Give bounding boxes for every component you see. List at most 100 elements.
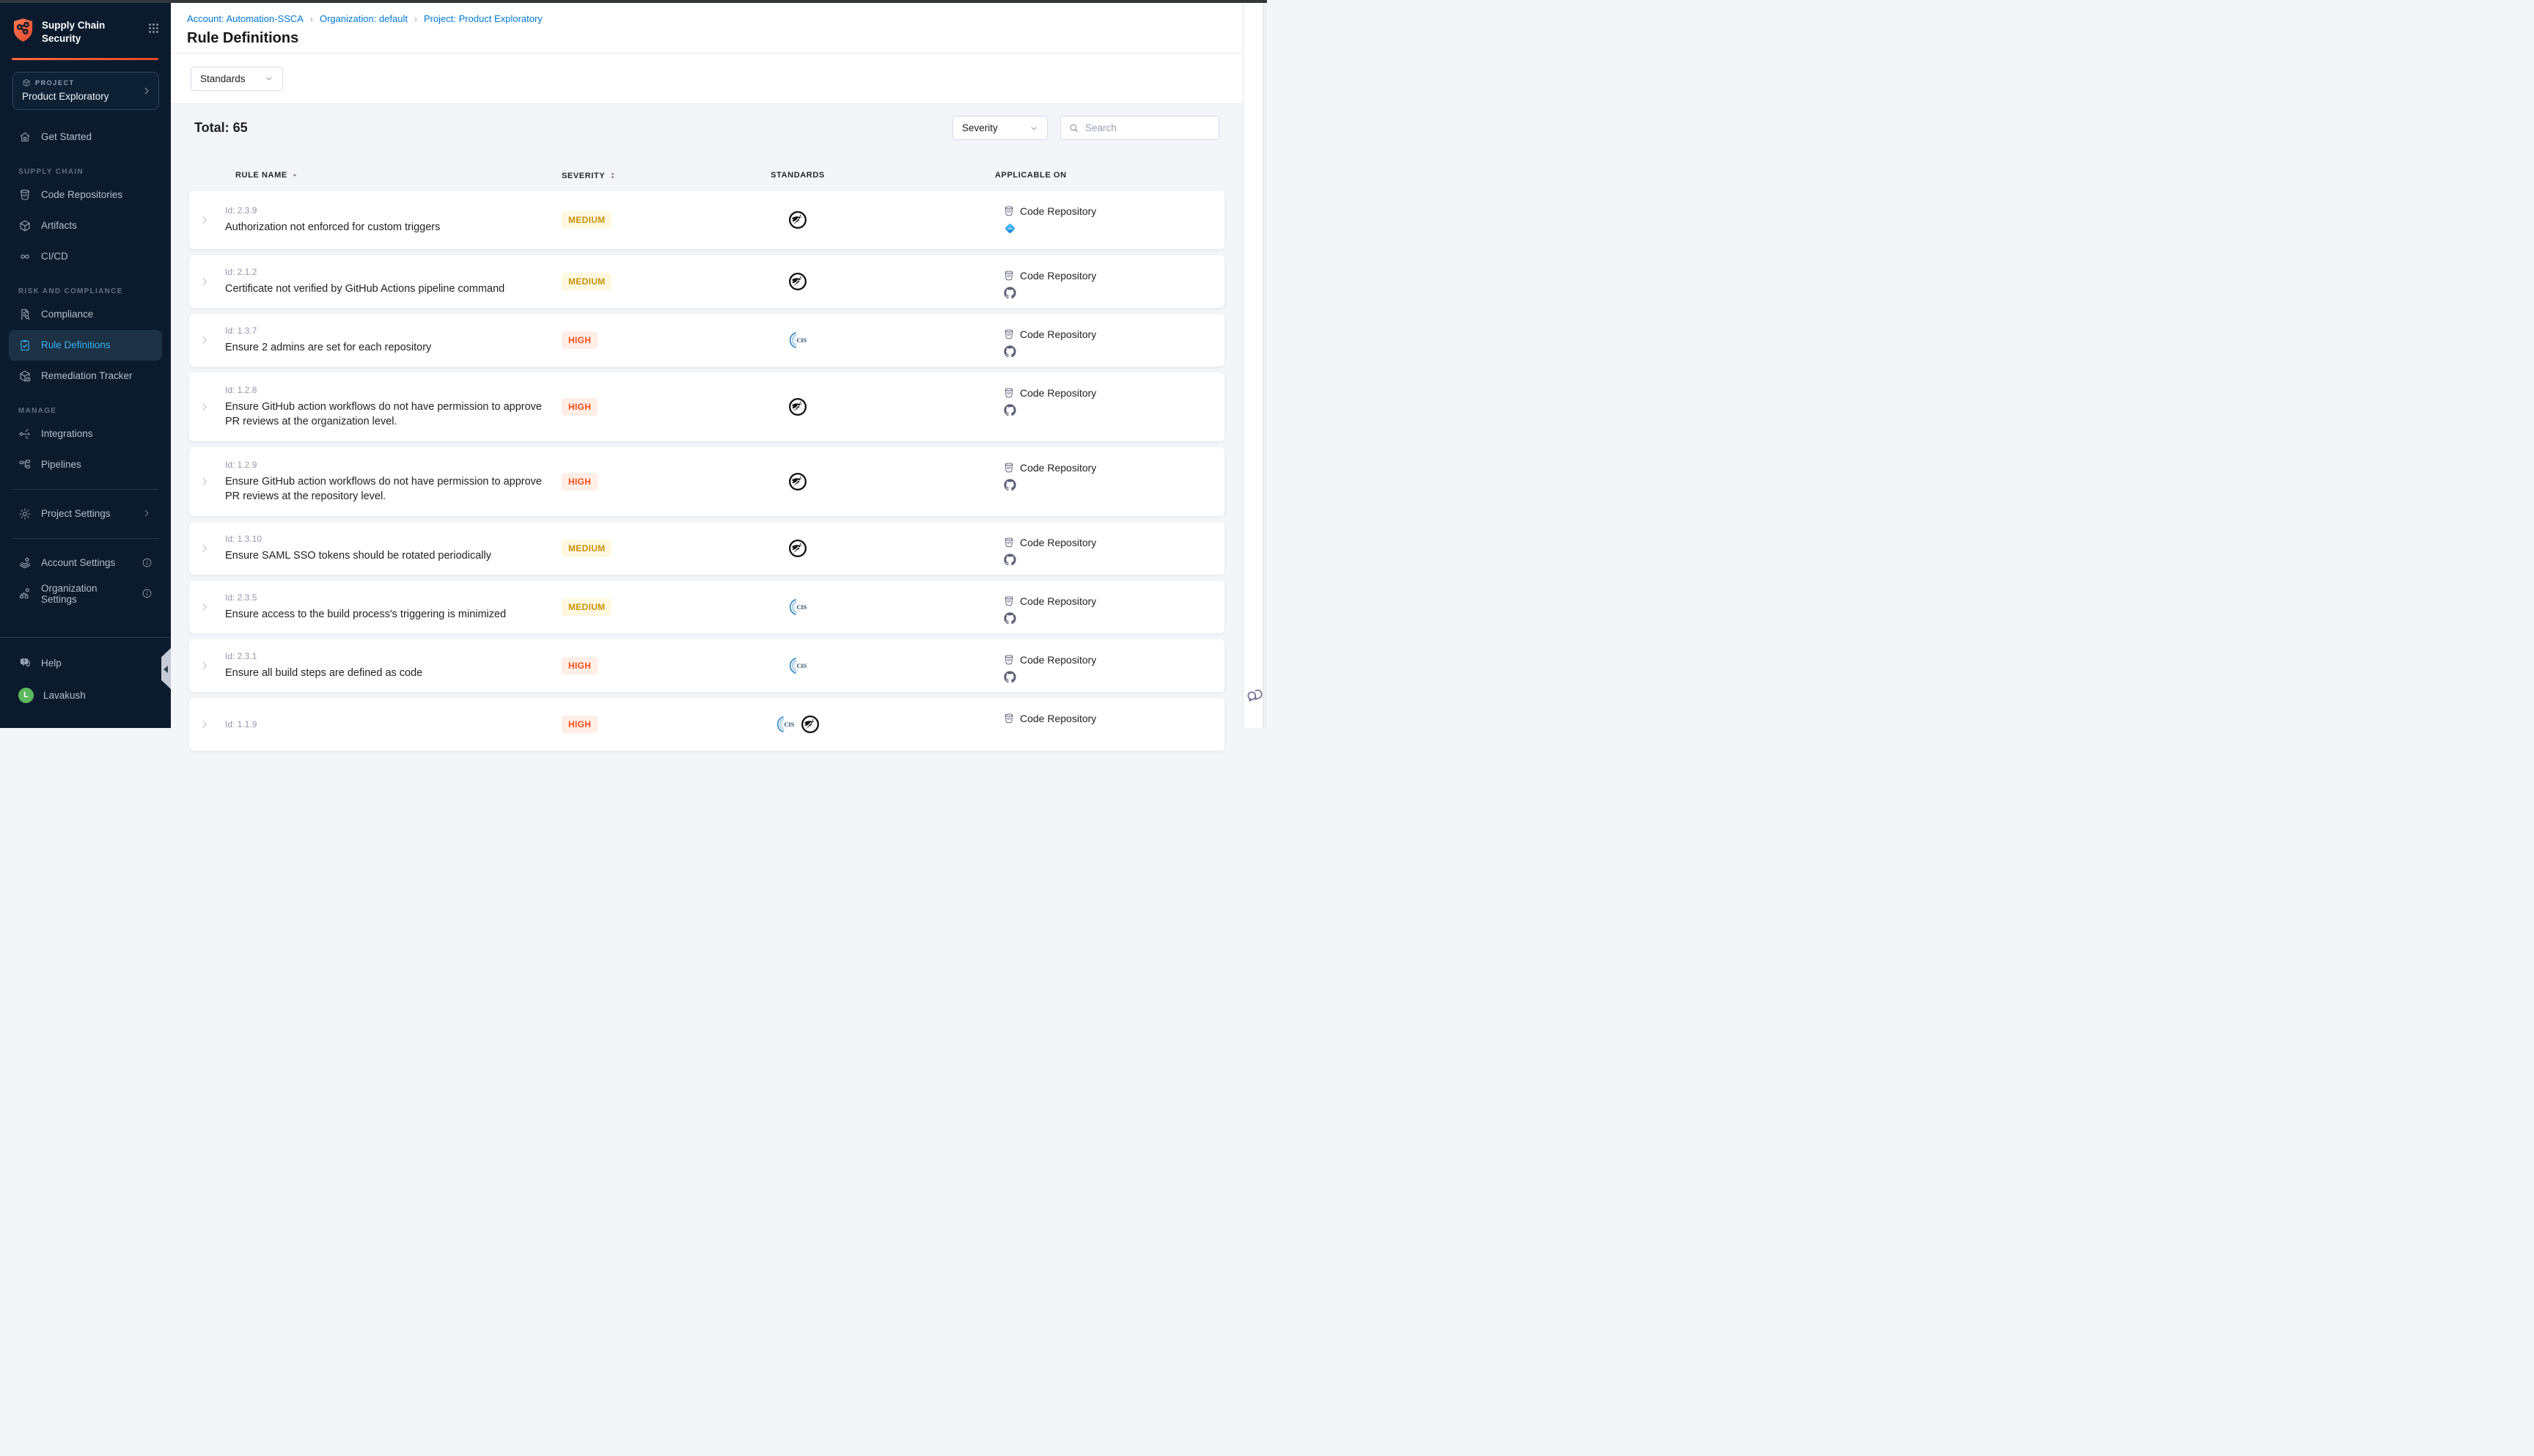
rule-cell: Id: 2.3.9Authorization not enforced for … [225,191,440,249]
standards-cell [754,210,842,229]
sidebar-item-rule-definitions[interactable]: Rule Definitions [9,330,162,361]
applicable-on-cell: Code Repository [1003,387,1096,416]
applicable-on-cell: Code Repository [1003,595,1096,625]
rule-name: Ensure GitHub action workflows do not ha… [225,400,559,429]
github-provider-icon [1004,287,1016,299]
expand-row-chevron-icon[interactable] [199,477,210,487]
sidebar-item-label: Artifacts [41,220,77,231]
column-header-rule-name[interactable]: RULE NAME [235,171,298,180]
sort-descending-icon [291,172,298,179]
standards-cell [754,539,842,558]
rules-table: Id: 2.3.9Authorization not enforced for … [189,191,1224,751]
sidebar-item-pipelines[interactable]: Pipelines [9,449,162,480]
severity-cell: HIGH [562,657,598,674]
home-icon [18,130,32,144]
column-header-standards: STANDARDS [754,171,842,180]
table-row[interactable]: Id: 1.3.10Ensure SAML SSO tokens should … [189,522,1224,575]
sidebar-item-organization-settings[interactable]: Organization Settings [9,578,162,609]
sidebar-item-code-repositories[interactable]: Code Repositories [9,180,162,210]
page-scrollbar-track[interactable] [1263,3,1267,728]
rule-name: Certificate not verified by GitHub Actio… [225,282,504,296]
applicable-on-cell: Code Repository </> [1003,205,1096,235]
expand-row-chevron-icon[interactable] [199,602,210,612]
severity-cell: MEDIUM [562,273,612,290]
sidebar-item-compliance[interactable]: Compliance [9,299,162,330]
rule-id: Id: 2.3.1 [225,651,422,661]
info-icon[interactable] [142,557,153,568]
sidebar-item-integrations[interactable]: Integrations [9,419,162,449]
sidebar-item-get-started[interactable]: Get Started [9,122,162,152]
sidebar-item-remediation-tracker[interactable]: Remediation Tracker [9,361,162,391]
rule-cell: Id: 2.3.5Ensure access to the build proc… [225,581,506,633]
github-provider-icon [1004,345,1016,358]
chevron-right-icon [142,86,152,96]
cube-icon [18,219,32,232]
applicable-on-label: Code Repository [1020,595,1096,607]
applicable-on-label: Code Repository [1020,537,1096,548]
info-icon[interactable] [142,588,153,599]
page-title: Rule Definitions [187,30,1243,47]
infinity-icon [18,250,32,263]
cis-standard-icon: CIS [788,598,807,617]
supply-chain-security-logo-icon [12,18,34,43]
expand-row-chevron-icon[interactable] [199,215,210,225]
severity-cell: MEDIUM [562,211,612,229]
expand-row-chevron-icon[interactable] [199,402,210,412]
table-row[interactable]: Id: 1.2.8Ensure GitHub action workflows … [189,372,1224,441]
sidebar-item-label: Compliance [41,309,93,320]
rule-id: Id: 1.1.9 [225,719,257,729]
table-row[interactable]: Id: 1.3.7Ensure 2 admins are set for eac… [189,314,1224,367]
table-row[interactable]: Id: 1.2.9Ensure GitHub action workflows … [189,447,1224,516]
breadcrumb-separator: › [310,14,313,24]
sidebar-item-ci-cd[interactable]: CI/CD [9,241,162,272]
module-grid-icon[interactable] [147,22,160,34]
column-header-severity[interactable]: SEVERITY [562,171,617,180]
applicable-on-label: Code Repository [1020,270,1096,282]
breadcrumb-link[interactable]: Account: Automation-SSCA [187,13,304,24]
sidebar-item-label: Organization Settings [41,583,122,605]
sidebar-item-project-settings[interactable]: Project Settings [9,499,162,529]
window-top-strip [0,0,1267,3]
rule-id: Id: 1.2.9 [225,460,559,470]
svg-text:CIS: CIS [796,663,807,669]
sidebar-item-user[interactable]: L Lavakush [0,679,171,711]
chat-support-icon[interactable] [1245,684,1264,713]
applicable-on-label: Code Repository [1020,713,1096,724]
breadcrumb: Account: Automation-SSCA › Organization: d… [187,13,1243,24]
table-row[interactable]: Id: 2.3.1Ensure all build steps are defi… [189,639,1224,692]
github-provider-icon [1004,554,1016,566]
expand-row-chevron-icon[interactable] [199,543,210,554]
severity-filter-dropdown[interactable]: Severity [952,116,1048,140]
doc-search-icon [18,308,32,321]
page-header: Account: Automation-SSCA › Organization: d… [171,3,1243,54]
breadcrumb-link[interactable]: Project: Product Exploratory [424,13,543,24]
table-row[interactable]: Id: 2.3.9Authorization not enforced for … [189,191,1224,249]
rule-cell: Id: 1.1.9 [225,698,257,751]
standards-dropdown[interactable]: Standards [191,67,283,91]
code-repository-icon [1003,387,1015,399]
expand-row-chevron-icon[interactable] [199,276,210,287]
collapse-arrow-icon [164,666,168,673]
divider [12,538,159,539]
search-input[interactable] [1085,122,1211,133]
sidebar-item-account-settings[interactable]: Account Settings [9,548,162,578]
project-selector[interactable]: PROJECT Product Exploratory [12,72,159,110]
expand-row-chevron-icon[interactable] [199,661,210,671]
breadcrumb-link[interactable]: Organization: default [320,13,408,24]
gear-icon [18,507,32,521]
table-row[interactable]: Id: 2.1.2Certificate not verified by Git… [189,255,1224,308]
severity-badge: MEDIUM [562,598,612,616]
github-provider-icon [1004,612,1016,625]
rule-name: Ensure SAML SSO tokens should be rotated… [225,548,491,563]
sidebar-item-label: Rule Definitions [41,339,111,350]
sidebar-item-label: Code Repositories [41,189,122,200]
expand-row-chevron-icon[interactable] [199,719,210,729]
column-header-applicable-on: APPLICABLE ON [995,171,1067,180]
sidebar-item-artifacts[interactable]: Artifacts [9,210,162,241]
sidebar-item-help[interactable]: ? Help [0,647,171,679]
svg-text:CIS: CIS [796,604,807,611]
expand-row-chevron-icon[interactable] [199,335,210,345]
table-row[interactable]: Id: 2.3.5Ensure access to the build proc… [189,581,1224,633]
table-row[interactable]: Id: 1.1.9HIGH CIS Code Repository [189,698,1224,751]
sort-both-icon [609,171,617,180]
